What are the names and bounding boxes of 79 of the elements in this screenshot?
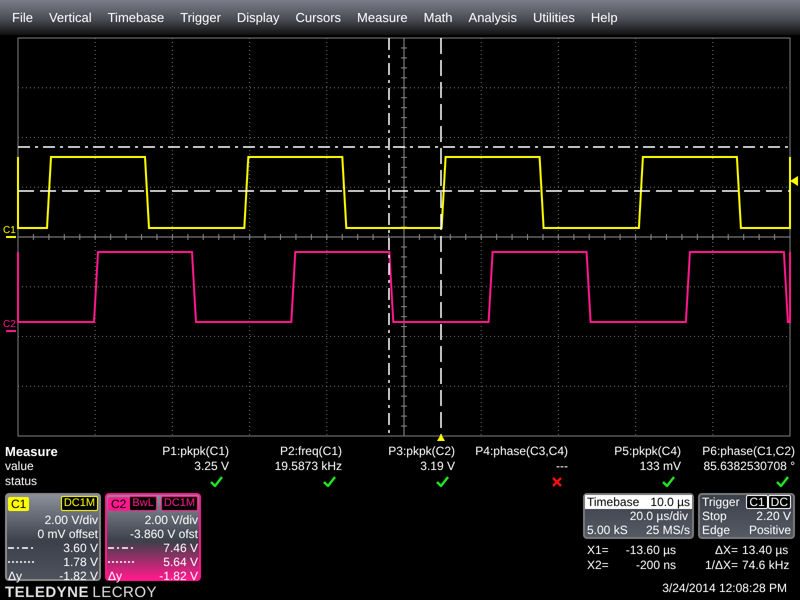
timebase-scale: 20.0 µs/div: [628, 509, 689, 523]
ground-marker-icon: [6, 330, 16, 332]
channel-descriptor[interactable]: C1 DC1M 2.00 V/div 0 mV offset 3.60 V 1.78 V Δy -1.82 V: [5, 493, 101, 581]
parameter-name: P2:freq(C1): [278, 444, 342, 459]
channel-label: C1: [8, 496, 30, 510]
trigger-title: Trigger: [702, 495, 740, 509]
sample-rate: 25 MS/s: [646, 523, 690, 537]
trigger-level-icon: [790, 176, 798, 186]
cursor-value: 1.78 V: [63, 555, 98, 569]
cursor-label: 1/ΔX=: [704, 558, 738, 573]
brand-logo: TELEDYNE LECROY: [5, 585, 158, 600]
dash-dot-line-icon: [8, 546, 36, 550]
dotted-line-icon: [108, 560, 136, 564]
cursor-label: ΔX=: [714, 543, 738, 558]
timebase-title: Timebase: [587, 495, 640, 509]
cursor-readout: 74.6 kHz: [742, 558, 790, 573]
dash-dot-line-icon: [108, 546, 136, 550]
coupling-badge: BwL: [129, 496, 157, 511]
vertical-scale: 2.00 V/div: [144, 513, 198, 527]
parameter-name: P3:pkpk(C2): [387, 444, 455, 459]
parameter-name: P5:pkpk(C4): [613, 444, 681, 459]
parameter-value: 3.25 V: [193, 459, 229, 474]
menu-item[interactable]: Vertical: [40, 8, 100, 28]
coupling-badge: DC1M: [160, 496, 198, 511]
cursor-readout: 13.40 µs: [742, 543, 790, 558]
menu-item[interactable]: Utilities: [524, 8, 583, 28]
ground-marker-icon: [6, 236, 16, 238]
channel-label: C2: [3, 319, 16, 330]
measure-title: Measure: [5, 444, 59, 459]
parameter-value: 3.19 V: [419, 459, 455, 474]
menu-item[interactable]: Trigger: [172, 8, 229, 28]
channel-label: C2: [108, 496, 130, 510]
timestamp: 3/24/2014 12:08:28 PM: [661, 581, 788, 596]
delta-label: Δy: [8, 569, 22, 583]
trigger-coupling: DC: [768, 495, 791, 509]
parameter-value: 85.6382530708 °: [702, 459, 795, 474]
cursor-value: -1.82 V: [59, 569, 98, 583]
timebase-descriptor[interactable]: Timebase 10.0 µs 20.0 µs/div 5.00 kS 25 MS/s: [583, 493, 694, 539]
parameter-name: P6:phase(C1,C2): [701, 444, 795, 459]
trigger-type: Edge: [702, 523, 730, 537]
menu-item[interactable]: File: [4, 8, 41, 28]
trigger-source: C1: [746, 495, 768, 509]
delta-label: Δy: [108, 569, 122, 583]
trigger-descriptor[interactable]: Trigger C1 DC Stop 2.20 V Edge Positive: [698, 493, 795, 539]
menu-item[interactable]: Math: [416, 8, 461, 28]
channel-label: C1: [3, 225, 16, 236]
vertical-offset: -3.860 V ofst: [128, 527, 198, 541]
coupling-badge: DC1M: [60, 496, 98, 511]
parameter-name: P1:pkpk(C1): [161, 444, 229, 459]
trigger-mode: Stop: [702, 509, 727, 523]
cursor-value: 3.60 V: [63, 541, 98, 555]
dotted-line-icon: [8, 560, 36, 564]
sample-count: 5.00 kS: [587, 523, 628, 537]
parameter-value: 133 mV: [638, 459, 681, 474]
menu-item[interactable]: Help: [582, 8, 626, 28]
menu-item[interactable]: Measure: [349, 8, 416, 28]
channel-descriptor[interactable]: C2 BwL DC1M 2.00 V/div -3.860 V ofst 7.46 V 5.64 V Δy -1.82 V: [105, 493, 201, 581]
menu-item[interactable]: Timebase: [100, 8, 172, 28]
timebase-delay: 10.0 µs: [650, 495, 690, 509]
parameter-name: P4:phase(C3,C4): [474, 444, 568, 459]
cursor-value: 5.64 V: [163, 555, 198, 569]
row-label: status: [5, 474, 38, 489]
parameter-value: 19.5873 kHz: [274, 459, 342, 474]
cursor-label: X1=: [587, 543, 610, 558]
trigger-level: 2.20 V: [756, 509, 791, 523]
trigger-position-icon: [437, 434, 445, 441]
menu-item[interactable]: Analysis: [460, 8, 525, 28]
cursor-readout: -13.60 µs: [624, 543, 676, 558]
cursor-value: 7.46 V: [163, 541, 198, 555]
cursor-value: -1.82 V: [159, 569, 198, 583]
trigger-slope: Positive: [748, 523, 791, 537]
vertical-scale: 2.00 V/div: [44, 513, 98, 527]
parameter-value: ---: [555, 459, 568, 474]
menu-item[interactable]: Display: [228, 8, 288, 28]
row-label: value: [5, 459, 35, 474]
cursor-label: X2=: [587, 558, 610, 573]
menu-item[interactable]: Cursors: [288, 8, 350, 28]
cursor-readout: -200 ns: [634, 558, 676, 573]
vertical-offset: 0 mV offset: [36, 527, 98, 541]
